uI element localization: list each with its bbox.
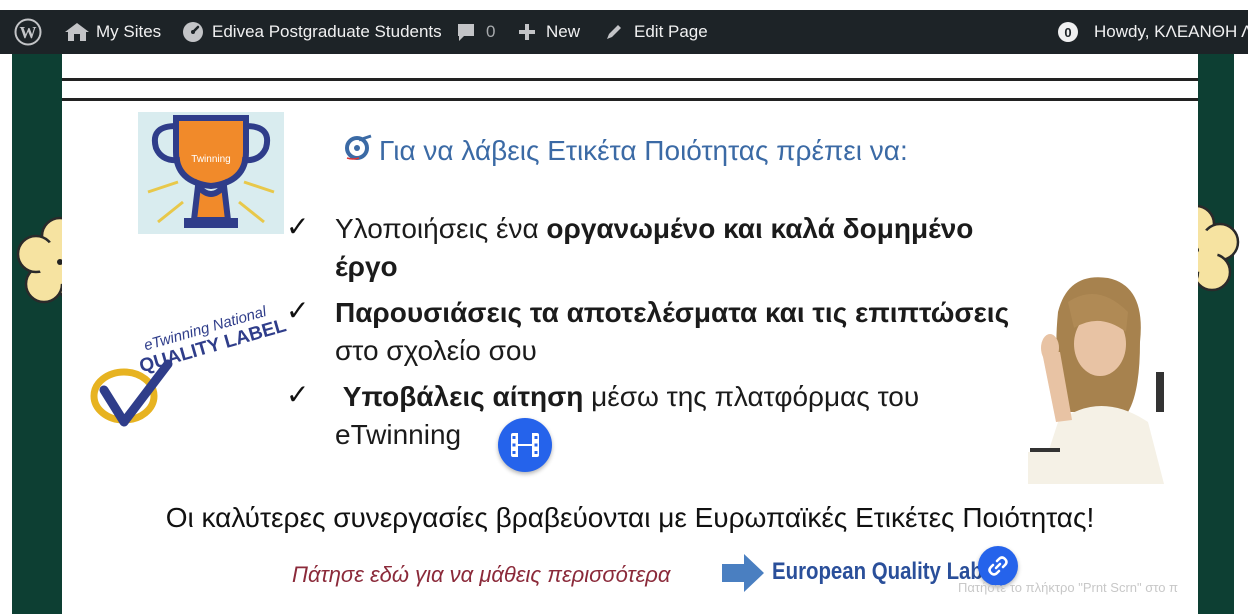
svg-text:W: W xyxy=(20,23,37,42)
bullet-2: Παρουσιάσεις τα αποτελέσματα και τις επι… xyxy=(335,294,1009,370)
account-menu[interactable]: Howdy, ΚΛΕΑΝΘΗ Λ xyxy=(1094,10,1248,54)
howdy-label: Howdy, ΚΛΕΑΝΘΗ Λ xyxy=(1094,22,1248,41)
avatar-woman-image xyxy=(1028,272,1164,484)
chain-link-icon xyxy=(988,556,1008,576)
edit-page-label: Edit Page xyxy=(634,22,708,41)
activation-watermark: Πατήστε το πλήκτρο "Prnt Scrn" στο π xyxy=(958,580,1179,595)
check-icon: ✓ xyxy=(286,295,310,326)
slide: Twinning Για να λάβεις Ετικέτα Ποιότητας… xyxy=(62,54,1198,614)
new-label: New xyxy=(546,22,581,41)
dashboard-gauge-icon xyxy=(182,21,204,43)
my-sites-label: My Sites xyxy=(96,22,162,41)
etwinning-trophy-image: Twinning xyxy=(138,112,284,234)
bullet-1-bold: οργανωμένο και καλά δομημένο xyxy=(546,213,974,244)
trophy-label: Twinning xyxy=(191,154,230,165)
presentation-frame: Twinning Για να λάβεις Ετικέτα Ποιότητας… xyxy=(12,54,1240,614)
wordpress-logo-icon[interactable]: W xyxy=(14,10,42,54)
edit-page-link[interactable]: Edit Page xyxy=(604,10,708,54)
comment-bubble-icon xyxy=(456,22,476,42)
site-name-label: Edivea Postgraduate Students xyxy=(212,22,442,41)
divider-top xyxy=(62,78,1198,81)
notification-count: 0 xyxy=(1058,22,1078,42)
learn-more-text: Πάτησε εδώ για να μάθεις περισσότερα xyxy=(292,562,671,587)
bullet-1-text: Υλοποιήσεις ένα xyxy=(335,213,547,244)
quality-label-logo: eTwinning National QUALITY LABEL xyxy=(84,303,289,440)
video-button[interactable] xyxy=(498,418,552,472)
bullet-2-line2: στο σχολείο σου xyxy=(335,335,537,366)
bullet-1: Υλοποιήσεις ένα οργανωμένο και καλά δομη… xyxy=(335,210,973,286)
bottom-statement: Οι καλύτερες συνεργασίες βραβεύονται με … xyxy=(165,502,1095,533)
bullet-3-bold: Υποβάλεις αίτηση xyxy=(342,381,584,412)
trophy-icon: Twinning xyxy=(147,115,275,228)
comments-menu[interactable]: 0 xyxy=(456,10,495,54)
check-icon: ✓ xyxy=(286,379,310,410)
new-content-menu[interactable]: New xyxy=(518,10,580,54)
bullet-1-line2: έργο xyxy=(335,251,398,282)
bullet-2-bold: Παρουσιάσεις τα αποτελέσματα και τις επι… xyxy=(335,297,1010,328)
bullet-3-text: μέσω της πλατφόρμας του xyxy=(583,381,920,412)
slide-title: Για να λάβεις Ετικέτα Ποιότητας πρέπει ν… xyxy=(345,134,908,167)
pencil-icon xyxy=(604,22,624,42)
site-name-menu[interactable]: Edivea Postgraduate Students xyxy=(182,10,442,54)
my-sites-icon xyxy=(64,21,90,43)
comments-count: 0 xyxy=(486,22,496,41)
plus-icon xyxy=(518,23,536,41)
bullet-3-line2: eTwinning xyxy=(335,419,462,450)
spiral-icon xyxy=(345,134,373,167)
my-sites-menu[interactable]: My Sites xyxy=(64,10,161,54)
waving-woman-icon xyxy=(1028,277,1164,484)
notifications-badge[interactable]: 0 xyxy=(1058,10,1078,54)
film-icon xyxy=(511,433,539,457)
arrow-right-icon xyxy=(722,554,764,592)
bullet-3: Υποβάλεις αίτηση μέσω της πλατφόρμας του… xyxy=(335,378,919,454)
slide-title-text: Για να λάβεις Ετικέτα Ποιότητας πρέπει ν… xyxy=(379,134,908,166)
check-icon: ✓ xyxy=(286,211,310,242)
admin-bar: W My Sites Edivea Postgraduate Students xyxy=(0,10,1248,54)
divider-second xyxy=(62,98,1198,101)
